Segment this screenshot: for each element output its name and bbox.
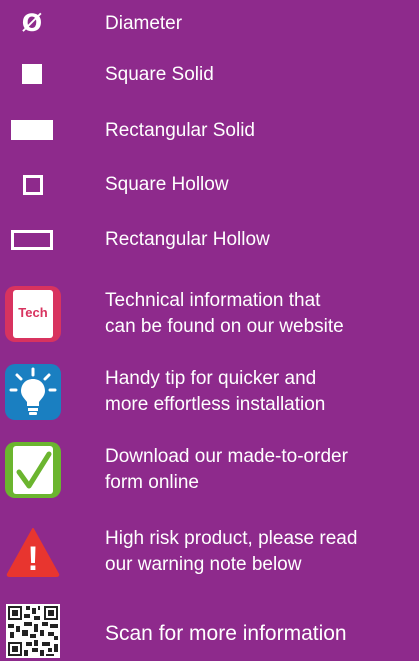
legend-label-warning-line1: High risk product, please read: [105, 528, 358, 549]
legend-label-tip-line1: Handy tip for quicker and: [105, 368, 317, 389]
tech-page: Tech: [13, 290, 53, 338]
legend-label-warning-line2: our warning note below: [105, 554, 302, 575]
lightbulb-icon: [5, 364, 61, 420]
legend-label-download-line2: form online: [105, 472, 199, 493]
icon-legend: Ø Diameter Square Solid Rectangular Soli…: [0, 0, 419, 661]
legend-row-technical: Tech Technical information that can be f…: [0, 286, 419, 346]
legend-row-scan: Scan for more information: [0, 604, 419, 661]
legend-label-download-line1: Download our made-to-order: [105, 446, 348, 467]
legend-row-square-hollow: Square Hollow: [0, 170, 419, 204]
legend-label-diameter: Diameter: [105, 13, 183, 34]
legend-row-tip: Handy tip for quicker and more effortles…: [0, 364, 419, 424]
legend-label-scan: Scan for more information: [105, 622, 347, 645]
legend-row-diameter: Ø Diameter: [0, 6, 419, 40]
diameter-icon: Ø: [21, 9, 43, 37]
checkmark-graphic: [16, 451, 52, 489]
legend-label-square-solid: Square Solid: [105, 64, 214, 85]
lightbulb-graphic: [9, 367, 57, 415]
square-hollow-icon: [23, 175, 43, 195]
legend-label-technical-line1: Technical information that: [105, 290, 321, 311]
legend-row-rectangular-solid: Rectangular Solid: [0, 114, 419, 148]
square-solid-icon: [22, 64, 42, 84]
legend-label-tip-line2: more effortless installation: [105, 394, 326, 415]
legend-row-rectangular-hollow: Rectangular Hollow: [0, 225, 419, 259]
checkmark-form-icon: [5, 442, 61, 498]
legend-row-download: Download our made-to-order form online: [0, 442, 419, 502]
legend-label-technical-line2: can be found on our website: [105, 316, 344, 337]
rectangular-solid-icon: [11, 120, 53, 140]
warning-icon: !: [6, 528, 60, 578]
qr-code-icon: [6, 604, 60, 658]
warning-glyph: !: [27, 540, 38, 578]
legend-label-rectangular-solid: Rectangular Solid: [105, 120, 255, 141]
legend-label-square-hollow: Square Hollow: [105, 174, 229, 195]
tech-badge-text: Tech: [18, 305, 48, 320]
tech-icon: Tech: [5, 286, 61, 342]
legend-row-warning: ! High risk product, please read our war…: [0, 524, 419, 584]
rectangular-hollow-icon: [11, 230, 53, 250]
legend-row-square-solid: Square Solid: [0, 60, 419, 94]
legend-label-rectangular-hollow: Rectangular Hollow: [105, 229, 270, 250]
